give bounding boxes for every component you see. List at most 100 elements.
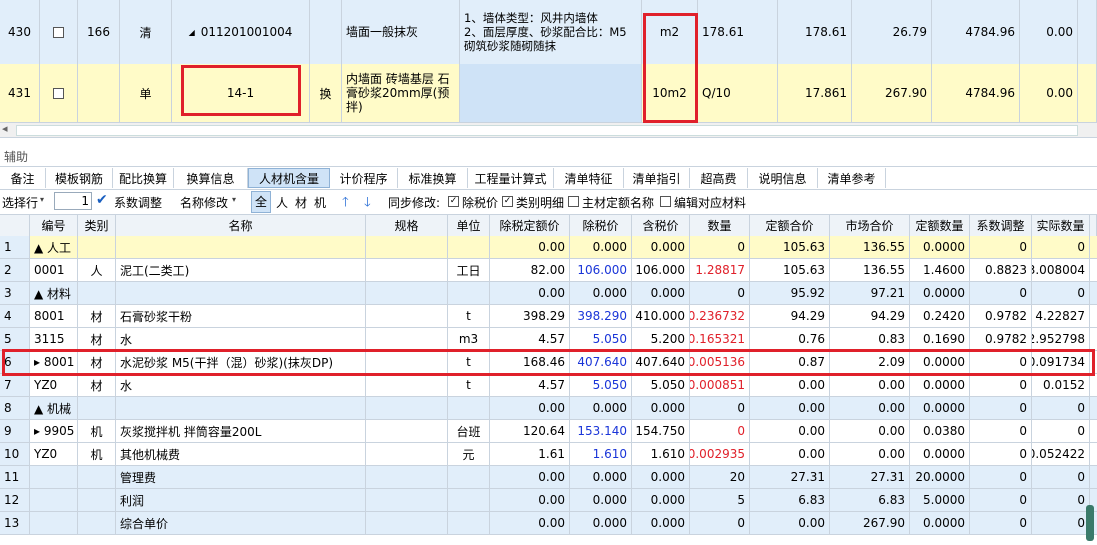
cell-cat xyxy=(78,397,116,419)
cell-p1: 4.57 xyxy=(490,374,570,396)
cell-value: 3 xyxy=(4,286,12,300)
tab-7[interactable]: 工程量计算式 xyxy=(468,168,554,188)
column-header[interactable] xyxy=(1090,215,1097,236)
cell-t1: 0.00 xyxy=(750,443,830,465)
tab-4[interactable]: 人材机含量 xyxy=(248,168,330,188)
cell-unit: t xyxy=(448,374,490,396)
column-header[interactable]: 定额合价 xyxy=(750,215,830,236)
filter-labor[interactable]: 人 xyxy=(276,194,288,211)
column-header[interactable]: 类别 xyxy=(78,215,116,236)
vertical-scroll-thumb[interactable] xyxy=(1086,505,1094,541)
category-detail-checkbox[interactable]: ✓ xyxy=(502,196,513,207)
cell-dq: 0.0000 xyxy=(910,282,970,304)
cell-value: 27.31 xyxy=(870,470,905,484)
cell-value: 105.63 xyxy=(783,240,825,254)
cell-value: 5.050 xyxy=(650,378,685,392)
table-row[interactable]: 7 YZ0 材 水 t 4.57 5.050 5.050 0.000851 0.00 0.00 0.0… xyxy=(0,374,1097,397)
tab-6[interactable]: 标准换算 xyxy=(398,168,468,188)
tab-1[interactable]: 模板钢筋 xyxy=(46,168,113,188)
column-header[interactable]: 单位 xyxy=(448,215,490,236)
column-header[interactable] xyxy=(0,215,30,236)
tab-10[interactable]: 超高费 xyxy=(690,168,748,188)
table-row[interactable]: 3 ▲ 材料 0.00 0.000 0.000 0 95.92 97.21 0.0000 0 0 xyxy=(0,282,1097,305)
edit-material-checkbox[interactable] xyxy=(660,196,671,207)
cell-name: 水泥砂浆 M5(干拌（混）砂浆)(抹灰DP) xyxy=(116,351,366,373)
cell-n: 5 xyxy=(0,328,30,350)
tab-5[interactable]: 计价程序 xyxy=(330,168,398,188)
column-header[interactable]: 含税价 xyxy=(632,215,690,236)
cell-value: 4.57 xyxy=(538,332,565,346)
table-row[interactable]: 10 YZ0 机 其他机械费 元 1.61 1.610 1.610 0.002935 0.00 0.… xyxy=(0,443,1097,466)
upper-cell-total: 4784.96 xyxy=(932,64,1020,122)
column-header[interactable]: 实际数量 xyxy=(1032,215,1090,236)
tax-price-label: 除税价 xyxy=(462,196,499,210)
column-header[interactable]: 除税定额价 xyxy=(490,215,570,236)
table-row[interactable]: 5 3115 材 水 m3 4.57 5.050 5.200 0.165321 0.76 0.83 0… xyxy=(0,328,1097,351)
table-row[interactable]: 13 综合单价 0.00 0.000 0.000 0 0.00 267.90 0.0000 0 0 xyxy=(0,512,1097,535)
column-header[interactable]: 市场合价 xyxy=(830,215,910,236)
table-row[interactable]: 9 ▸ 9905 机 灰浆搅拌机 拌筒容量200L 台班 120.64 153.140 154… xyxy=(0,420,1097,443)
filter-machine[interactable]: 机 xyxy=(314,194,326,211)
cell-value: 水泥砂浆 M5(干拌（混）砂浆)(抹灰DP) xyxy=(120,355,334,370)
cell-value: 材 xyxy=(90,309,103,324)
cell-name xyxy=(116,397,366,419)
tab-8[interactable]: 清单特征 xyxy=(554,168,624,188)
row-number-input[interactable] xyxy=(54,192,92,210)
column-header[interactable]: 除税价 xyxy=(570,215,632,236)
cell-dq: 20.0000 xyxy=(910,466,970,488)
coef-adjust-button[interactable]: 系数调整 xyxy=(114,194,162,211)
cell-value: 0.0380 xyxy=(923,424,965,438)
column-header[interactable]: 编号 xyxy=(30,215,78,236)
table-row[interactable]: 2 0001 人 泥工(二类工) 工日 82.00 106.000 106.000 1.2881… xyxy=(0,259,1097,282)
main-material-checkbox[interactable] xyxy=(568,196,579,207)
table-row[interactable]: 6 ▸ 8001 材 水泥砂浆 M5(干拌（混）砂浆)(抹灰DP) t 168.46 407… xyxy=(0,351,1097,374)
column-header[interactable]: 定额数量 xyxy=(910,215,970,236)
scroll-thumb[interactable] xyxy=(16,125,1078,136)
upper-seq: 166 xyxy=(87,25,110,39)
table-row[interactable]: 8 ▲ 机械 0.00 0.000 0.000 0 0.00 0.00 0.0000 0 0 xyxy=(0,397,1097,420)
tab-9[interactable]: 清单指引 xyxy=(624,168,690,188)
cell-value: 97.21 xyxy=(870,286,905,300)
cell-n: 11 xyxy=(0,466,30,488)
cell-value: 106.000 xyxy=(635,263,685,277)
table-row[interactable]: 1 ▲ 人工 0.00 0.000 0.000 0 105.63 136.55 0.0000 0 0 xyxy=(0,236,1097,259)
cell-coef: 0 xyxy=(970,466,1032,488)
upper-row[interactable]: 430 166 清 ◢ 011201001004 墙面一般抹灰 1、墙体类型：风井内墙体 2… xyxy=(0,0,1097,65)
cell-value: 灰浆搅拌机 拌筒容量200L xyxy=(120,424,262,439)
upper-cell-qty_expr: 178.61 xyxy=(698,0,778,64)
column-header[interactable]: 系数调整 xyxy=(970,215,1032,236)
scroll-left-arrow[interactable]: ◂ xyxy=(2,122,8,135)
column-header[interactable]: 名称 xyxy=(116,215,366,236)
tab-11[interactable]: 说明信息 xyxy=(748,168,818,188)
column-header[interactable]: 数量 xyxy=(690,215,750,236)
tax-price-checkbox[interactable]: ✓ xyxy=(448,196,459,207)
horizontal-scrollbar[interactable]: ◂ xyxy=(0,122,1097,138)
move-down-icon[interactable]: 🡓 xyxy=(364,193,371,215)
select-row-dropdown-icon[interactable]: ▾ xyxy=(40,195,44,204)
name-modify-button[interactable]: 名称修改 xyxy=(180,194,228,211)
upper-cell-feature: 1、墙体类型：风井内墙体 2、面层厚度、砂浆配合比：M5砌筑砂浆随砌随抹 xyxy=(460,0,642,64)
upper-row[interactable]: 431 单 14-1 换内墙面 砖墙基层 石膏砂浆20mm厚(预拌) 10m2 Q/10 1… xyxy=(0,64,1097,123)
column-header[interactable]: 规格 xyxy=(366,215,448,236)
tab-2[interactable]: 配比换算 xyxy=(113,168,174,188)
cell-value: 2 xyxy=(4,263,12,277)
name-modify-dropdown-icon[interactable]: ▾ xyxy=(232,195,236,204)
tab-12[interactable]: 清单参考 xyxy=(818,168,886,188)
table-row[interactable]: 4 8001 材 石膏砂浆干粉 t 398.29 398.290 410.000 0.23673… xyxy=(0,305,1097,328)
table-row[interactable]: 11 管理费 0.00 0.000 0.000 20 27.31 27.31 20.0000 0 0 xyxy=(0,466,1097,489)
cell-value: 0.00 xyxy=(538,401,565,415)
tab-3[interactable]: 换算信息 xyxy=(174,168,248,188)
table-row[interactable]: 12 利润 0.00 0.000 0.000 5 6.83 6.83 5.0000 0 0 xyxy=(0,489,1097,512)
cell-n: 6 xyxy=(0,351,30,373)
row-checkbox[interactable] xyxy=(53,87,64,99)
filter-all[interactable]: 全 xyxy=(251,191,271,213)
move-up-icon[interactable]: 🡑 xyxy=(342,193,349,215)
row-checkbox[interactable] xyxy=(53,26,64,38)
cell-value: 5.050 xyxy=(592,378,627,392)
collapse-triangle-icon[interactable]: ◢ xyxy=(189,28,195,37)
tab-0[interactable]: 备注 xyxy=(0,168,46,188)
upper-idx: 430 xyxy=(8,25,31,39)
filter-material[interactable]: 材 xyxy=(295,194,307,211)
cell-value: 元 xyxy=(462,447,475,462)
cell-value: 0.1690 xyxy=(923,332,965,346)
